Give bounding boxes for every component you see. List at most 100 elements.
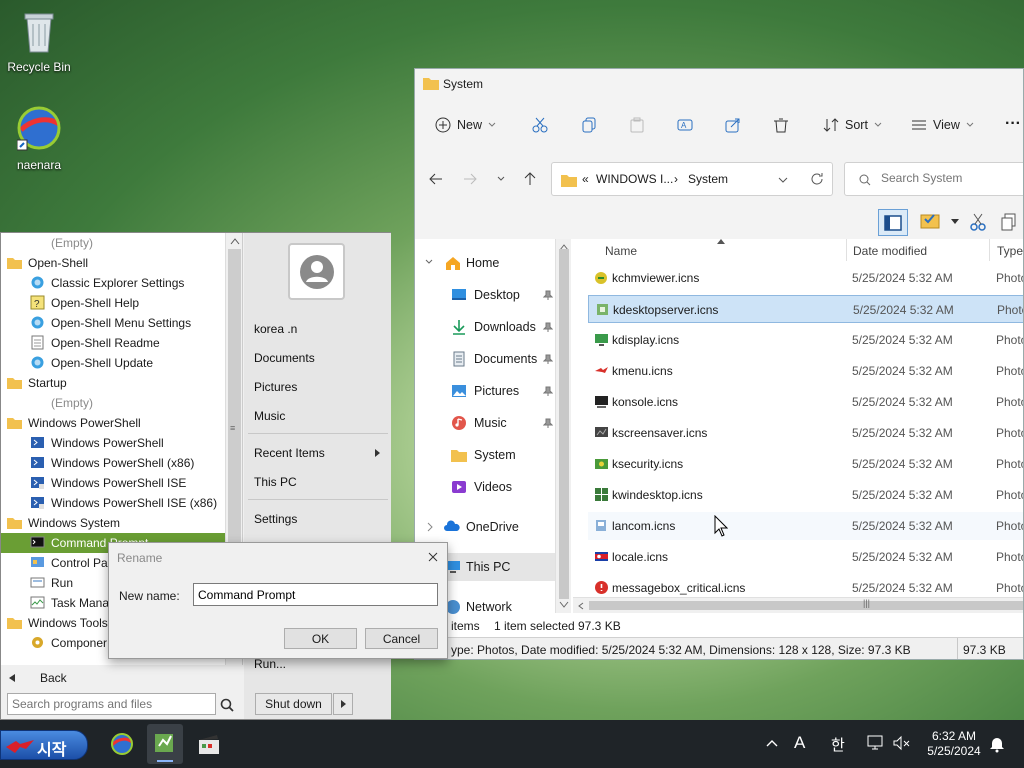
nav-onedrive[interactable]: OneDrive bbox=[415, 513, 555, 541]
program-folder[interactable]: Open-Shell bbox=[1, 253, 225, 273]
search-input[interactable] bbox=[881, 171, 1021, 185]
recent-locations-chevron-icon[interactable] bbox=[497, 176, 505, 182]
program-item[interactable]: Open-Shell Update bbox=[1, 353, 225, 373]
nav-desktop[interactable]: Desktop bbox=[415, 281, 555, 309]
program-folder[interactable]: Startup bbox=[1, 373, 225, 393]
close-icon[interactable] bbox=[428, 552, 438, 562]
scroll-down-icon[interactable] bbox=[559, 601, 569, 609]
start-right-documents[interactable]: Documents bbox=[254, 351, 315, 365]
nav-documents[interactable]: Documents bbox=[415, 345, 555, 373]
forward-arrow-icon[interactable] bbox=[463, 173, 477, 185]
file-row[interactable]: kwindesktop.icns5/25/2024 5:32 AMPhotos bbox=[588, 481, 1023, 509]
naenara-globe-icon[interactable] bbox=[110, 732, 134, 756]
delete-icon[interactable] bbox=[773, 117, 789, 133]
start-right-recent-items[interactable]: Recent Items bbox=[254, 446, 325, 460]
program-item[interactable]: Windows PowerShell ISE (x86) bbox=[1, 493, 225, 513]
file-row[interactable]: kdisplay.icns5/25/2024 5:32 AMPhotos bbox=[588, 326, 1023, 354]
file-row[interactable]: locale.icns5/25/2024 5:32 AMPhotos bbox=[588, 543, 1023, 571]
chevron-down-icon[interactable] bbox=[425, 259, 433, 265]
shut-down-button[interactable]: Shut down bbox=[255, 693, 332, 715]
address-bar[interactable]: « WINDOWS I... › System bbox=[551, 162, 833, 196]
sort-button[interactable]: Sort bbox=[823, 117, 882, 133]
pin-icon[interactable] bbox=[543, 418, 553, 428]
program-item[interactable]: Windows PowerShell ISE bbox=[1, 473, 225, 493]
desktop-icon-naenara[interactable]: naenara bbox=[0, 106, 79, 172]
file-row[interactable]: ksecurity.icns5/25/2024 5:32 AMPhotos bbox=[588, 450, 1023, 478]
nav-system[interactable]: System bbox=[415, 441, 555, 469]
nav-music[interactable]: Music bbox=[415, 409, 555, 437]
nav-scroll-thumb[interactable] bbox=[559, 249, 569, 599]
back-button[interactable]: Back bbox=[1, 666, 243, 690]
file-row-selected[interactable]: kdesktopserver.icns 5/25/2024 5:32 AM Phot… bbox=[588, 295, 1023, 323]
media-clapper-icon[interactable] bbox=[197, 732, 221, 756]
hscroll-thumb[interactable] bbox=[589, 601, 1023, 610]
start-search-field[interactable] bbox=[12, 696, 210, 712]
program-item[interactable]: ? Open-Shell Help bbox=[1, 293, 225, 313]
file-list-hscrollbar[interactable]: ||| bbox=[573, 597, 1023, 613]
up-arrow-icon[interactable] bbox=[524, 172, 536, 186]
shut-down-options-button[interactable] bbox=[333, 693, 353, 715]
program-item[interactable]: Windows PowerShell bbox=[1, 433, 225, 453]
tray-overflow-chevron-icon[interactable] bbox=[766, 739, 778, 747]
new-button[interactable]: New bbox=[435, 117, 496, 133]
nav-downloads[interactable]: Downloads bbox=[415, 313, 555, 341]
ok-button[interactable]: OK bbox=[284, 628, 357, 649]
dialog-title-bar[interactable]: Rename bbox=[109, 543, 447, 571]
ime-mode-indicator[interactable]: A bbox=[794, 733, 805, 753]
file-row[interactable]: kscreensaver.icns5/25/2024 5:32 AMPhotos bbox=[588, 419, 1023, 447]
chevron-down-icon[interactable] bbox=[778, 177, 788, 183]
network-status-icon[interactable] bbox=[867, 735, 885, 751]
program-folder[interactable]: Windows PowerShell bbox=[1, 413, 225, 433]
start-right-user[interactable]: korea .n bbox=[254, 322, 297, 336]
pin-icon[interactable] bbox=[543, 322, 553, 332]
search-box[interactable] bbox=[844, 162, 1023, 196]
column-name[interactable]: Name bbox=[605, 244, 637, 258]
back-arrow-icon[interactable] bbox=[429, 173, 443, 185]
chevron-right-icon[interactable] bbox=[427, 522, 433, 532]
copy-icon[interactable] bbox=[581, 117, 597, 133]
volume-muted-icon[interactable] bbox=[893, 735, 911, 751]
desktop-icon-recycle-bin[interactable]: Recycle Bin bbox=[0, 8, 79, 74]
breadcrumb-parent[interactable]: WINDOWS I... bbox=[596, 172, 673, 186]
pin-icon[interactable] bbox=[543, 386, 553, 396]
column-type[interactable]: Type bbox=[997, 244, 1023, 258]
program-item[interactable]: Classic Explorer Settings bbox=[1, 273, 225, 293]
copy-icon[interactable] bbox=[1000, 213, 1018, 231]
program-folder[interactable]: Windows System bbox=[1, 513, 225, 533]
file-row-hover[interactable]: lancom.icns5/25/2024 5:32 AMPhotos bbox=[588, 512, 1023, 540]
pin-icon[interactable] bbox=[543, 290, 553, 300]
nav-pictures[interactable]: Pictures bbox=[415, 377, 555, 405]
start-button[interactable]: 시작 bbox=[0, 730, 88, 760]
paste-icon[interactable] bbox=[629, 117, 645, 133]
more-options-button[interactable]: ··· bbox=[1005, 115, 1021, 133]
chevron-down-icon[interactable] bbox=[951, 219, 959, 224]
nav-home[interactable]: Home bbox=[415, 249, 555, 277]
file-row[interactable]: kmenu.icns5/25/2024 5:32 AMPhotos bbox=[588, 357, 1023, 385]
program-item[interactable]: (Empty) bbox=[1, 393, 225, 413]
rename-icon[interactable]: A bbox=[677, 117, 693, 133]
notifications-icon[interactable] bbox=[988, 735, 1006, 753]
view-button[interactable]: View bbox=[911, 117, 974, 133]
start-right-settings[interactable]: Settings bbox=[254, 512, 297, 526]
pin-icon[interactable] bbox=[543, 354, 553, 364]
breadcrumb-current[interactable]: System bbox=[688, 172, 728, 186]
explorer-title-bar[interactable]: System bbox=[415, 69, 1023, 99]
file-row[interactable]: kchmviewer.icns5/25/2024 5:32 AMPhotos bbox=[588, 264, 1023, 292]
search-icon[interactable] bbox=[220, 698, 234, 712]
program-item[interactable]: (Empty) bbox=[1, 233, 225, 253]
preview-pane-button[interactable] bbox=[878, 209, 908, 236]
nav-videos[interactable]: Videos bbox=[415, 473, 555, 501]
clock[interactable]: 6:32 AM 5/25/2024 bbox=[922, 729, 986, 759]
cut-icon[interactable] bbox=[969, 213, 987, 231]
start-right-this-pc[interactable]: This PC bbox=[254, 475, 297, 489]
taskbar-active-app[interactable] bbox=[147, 724, 183, 764]
user-avatar[interactable] bbox=[288, 243, 345, 300]
scroll-left-icon[interactable] bbox=[577, 602, 585, 610]
program-item[interactable]: Open-Shell Readme bbox=[1, 333, 225, 353]
refresh-icon[interactable] bbox=[810, 172, 824, 186]
nav-scrollbar[interactable] bbox=[555, 239, 571, 613]
start-search-input[interactable] bbox=[7, 693, 216, 715]
start-right-music[interactable]: Music bbox=[254, 409, 285, 423]
program-item[interactable]: Windows PowerShell (x86) bbox=[1, 453, 225, 473]
new-name-input[interactable] bbox=[193, 583, 438, 606]
